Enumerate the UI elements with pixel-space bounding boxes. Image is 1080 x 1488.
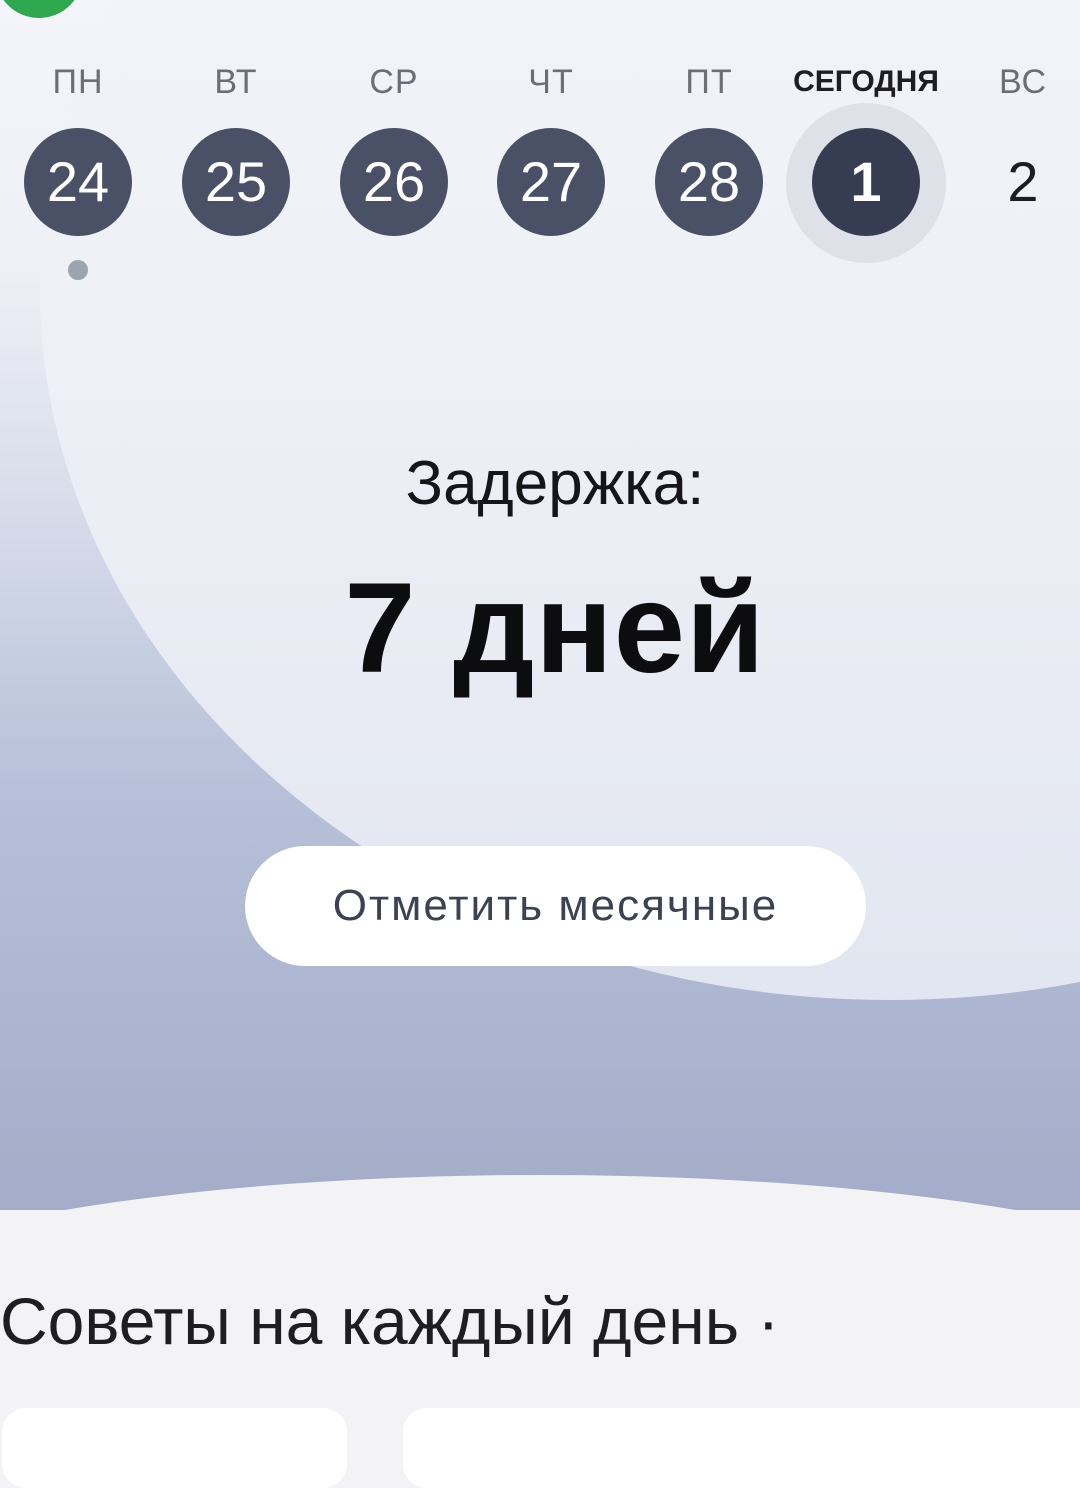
day-sunday[interactable]: ВС 2 [948, 55, 1080, 295]
day-date: 26 [340, 128, 448, 236]
day-monday[interactable]: ПН 24 [3, 55, 153, 295]
tip-card[interactable] [403, 1408, 1080, 1488]
day-date: 27 [497, 128, 605, 236]
day-name: ВС [998, 63, 1048, 101]
daily-tips-title[interactable]: Советы на каждый день · [0, 1283, 779, 1359]
day-wednesday[interactable]: СР 26 [319, 55, 469, 295]
day-date: 24 [24, 128, 132, 236]
day-date-today: 1 [812, 128, 920, 236]
day-name: ПТ [685, 63, 733, 101]
delay-days-value: 7 дней [344, 557, 766, 700]
day-tuesday[interactable]: ВТ 25 [161, 55, 311, 295]
day-name: СР [369, 63, 419, 101]
day-name: ЧТ [528, 63, 574, 101]
week-strip: ПН 24 ВТ 25 СР 26 ЧТ 27 ПТ 28 СЕГОДНЯ 1 … [0, 0, 1080, 300]
day-name: ПН [52, 63, 104, 101]
day-name: ВТ [214, 63, 258, 101]
tip-card[interactable] [2, 1408, 347, 1488]
hero-bottom-edge [0, 1175, 1080, 1210]
day-today[interactable]: СЕГОДНЯ 1 [786, 55, 946, 295]
delay-label: Задержка: [405, 449, 705, 518]
day-date: 25 [182, 128, 290, 236]
period-dot-icon [68, 260, 88, 280]
mark-period-button[interactable]: Отметить месячные [245, 846, 866, 966]
day-thursday[interactable]: ЧТ 27 [476, 55, 626, 295]
day-friday[interactable]: ПТ 28 [634, 55, 784, 295]
day-name-today: СЕГОДНЯ [793, 65, 939, 98]
day-date: 2 [1007, 150, 1039, 213]
day-date: 28 [655, 128, 763, 236]
